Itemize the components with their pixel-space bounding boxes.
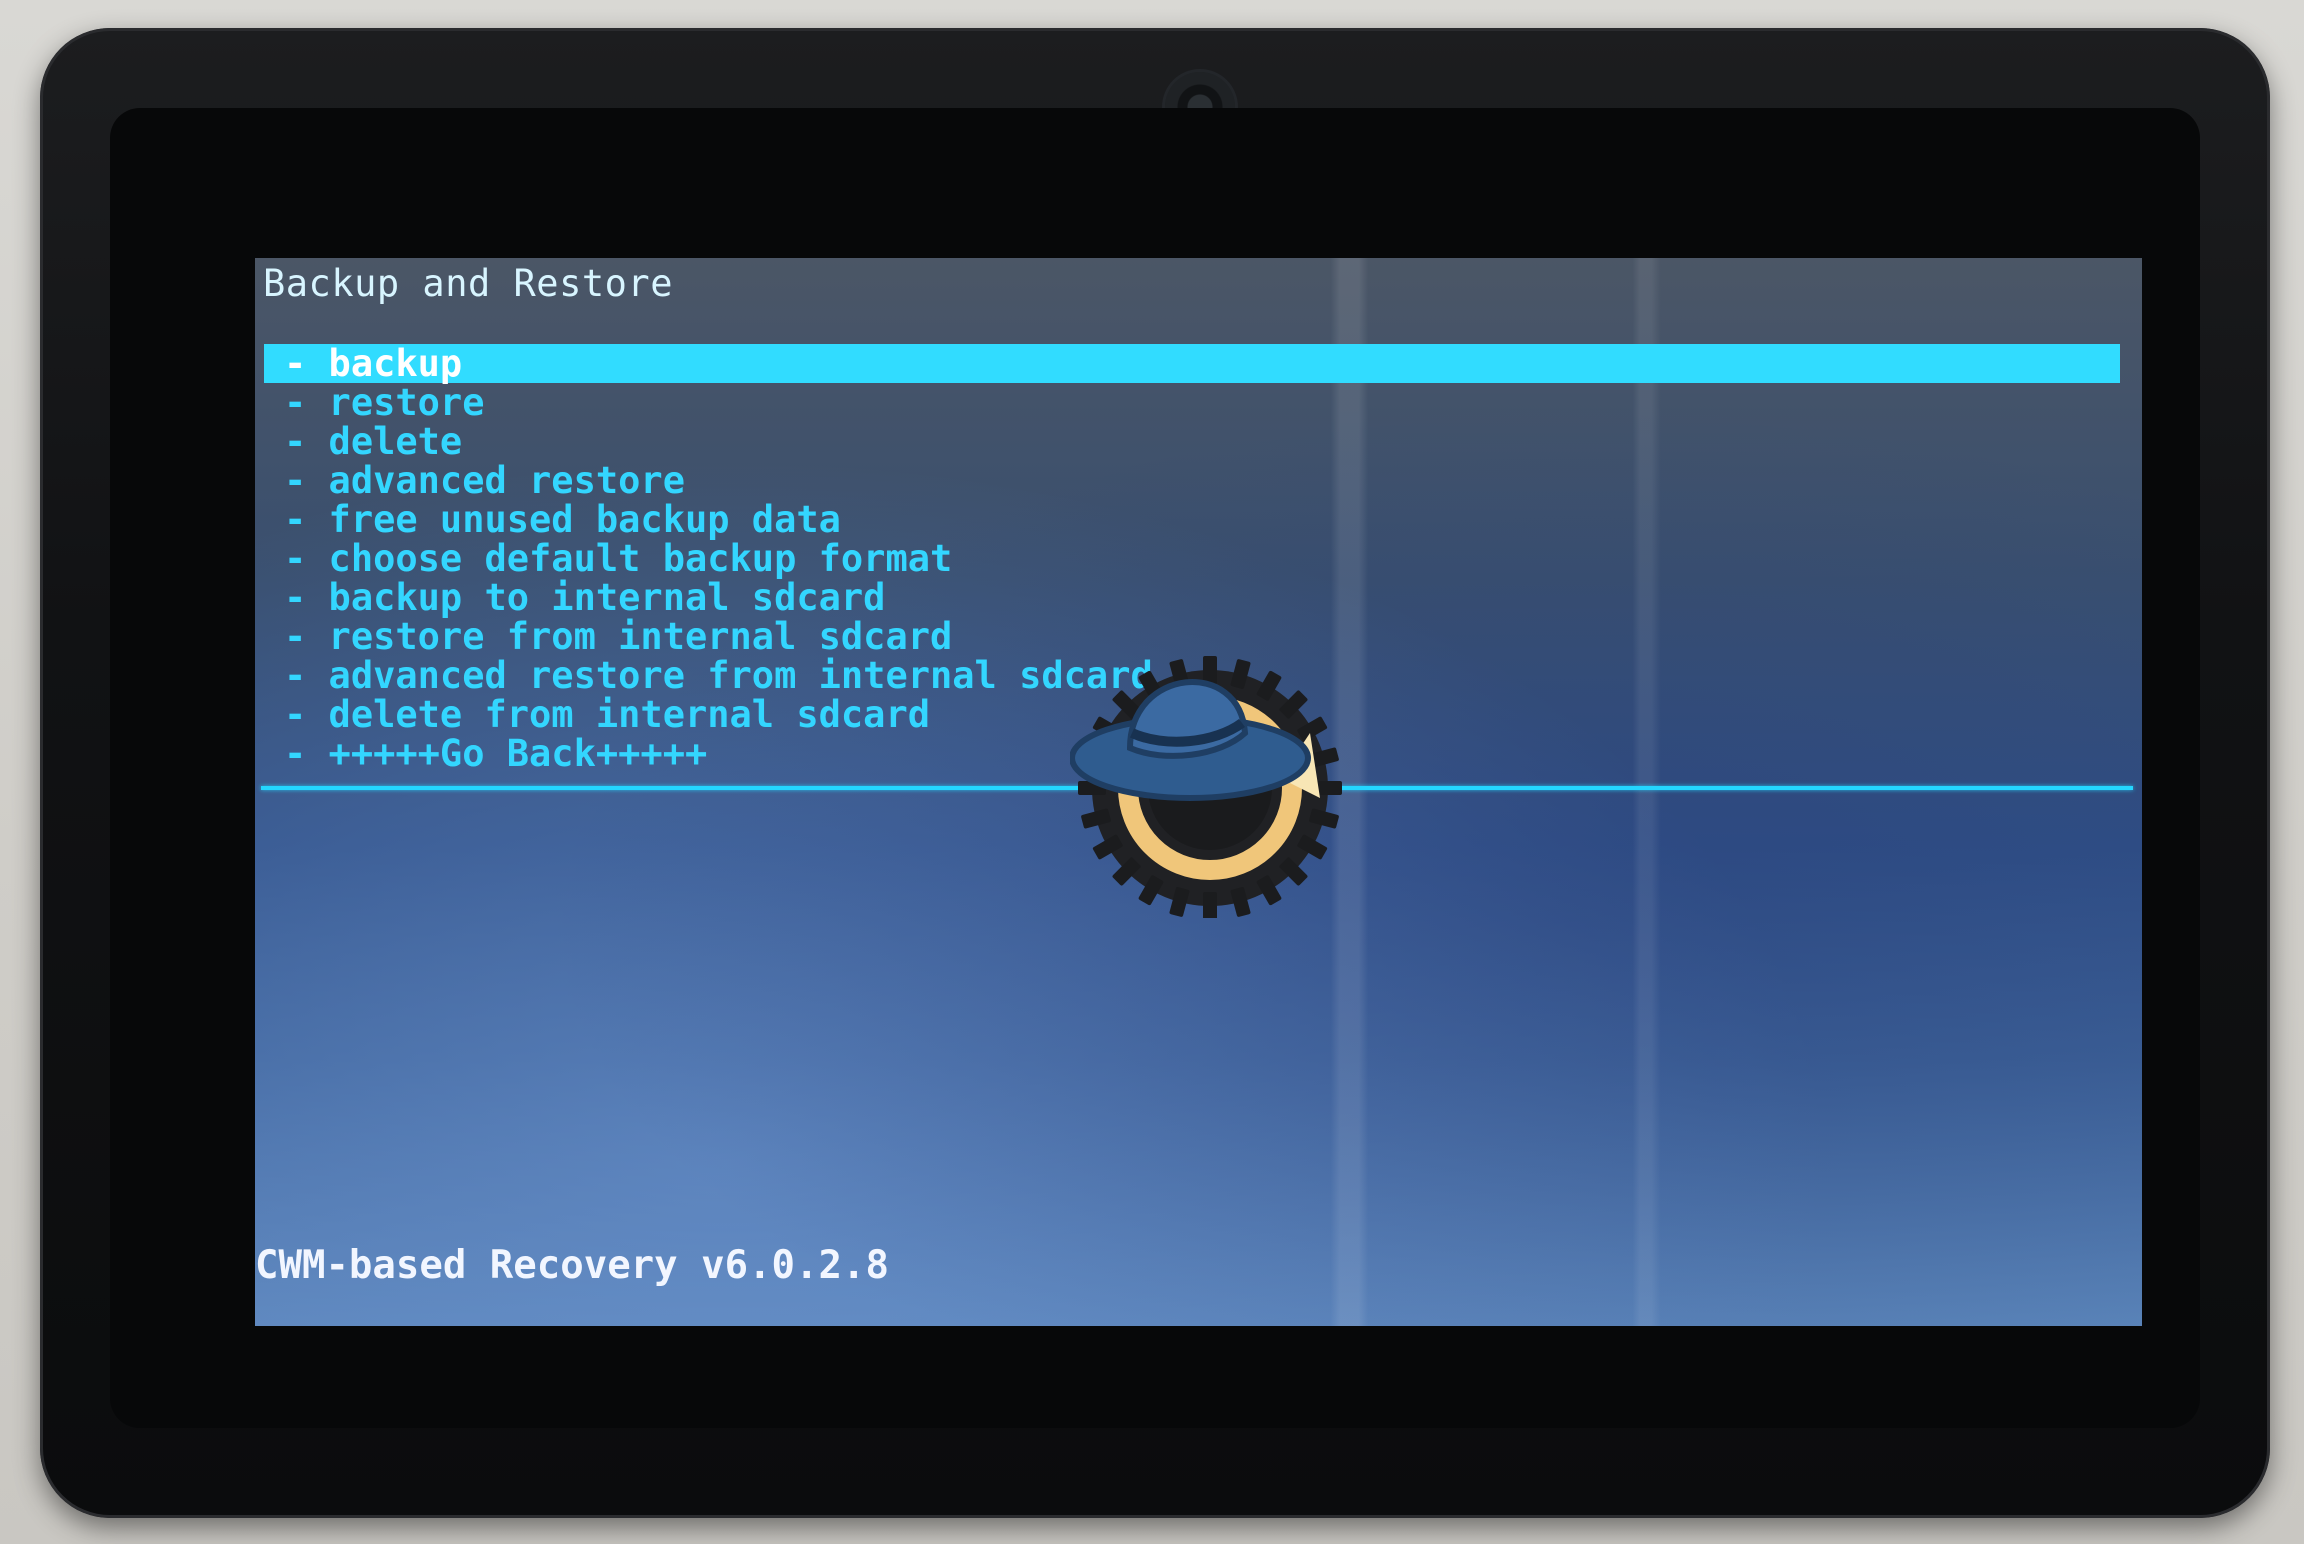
recovery-header: Backup and Restore [263, 262, 673, 305]
menu-item-backup-to-internal-sdcard[interactable]: - backup to internal sdcard [264, 578, 2120, 617]
menu-item-restore[interactable]: - restore [264, 383, 2120, 422]
menu-item-delete[interactable]: - delete [264, 422, 2120, 461]
tablet-device: Backup and Restore - backup - restore - … [40, 28, 2270, 1518]
menu-item-advanced-restore[interactable]: - advanced restore [264, 461, 2120, 500]
clockworkmod-hat-gear-icon [1070, 656, 1342, 918]
recovery-version-footer: CWM-based Recovery v6.0.2.8 [255, 1243, 889, 1288]
menu-item-choose-default-backup-format[interactable]: - choose default backup format [264, 539, 2120, 578]
menu-item-free-unused-backup-data[interactable]: - free unused backup data [264, 500, 2120, 539]
recovery-screen: Backup and Restore - backup - restore - … [255, 258, 2142, 1326]
menu-item-backup[interactable]: - backup [264, 344, 2120, 383]
